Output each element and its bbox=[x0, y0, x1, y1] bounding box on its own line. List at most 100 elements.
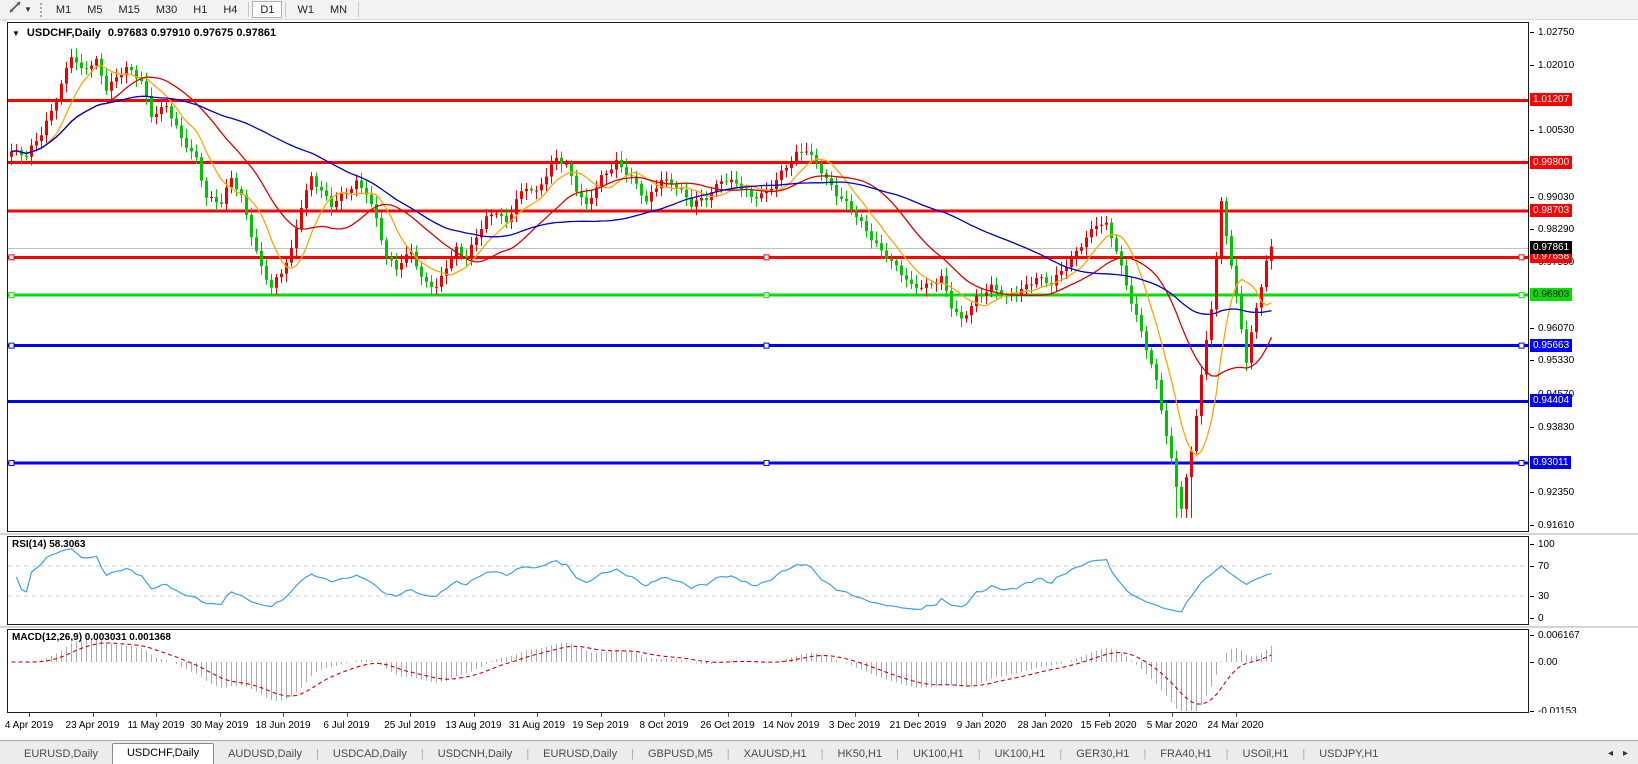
candle-body bbox=[580, 192, 583, 198]
rsi-axis-label: 70 bbox=[1530, 561, 1549, 572]
price-chart-plot[interactable] bbox=[7, 22, 1529, 532]
candle-body bbox=[450, 257, 453, 268]
price-axis-label: 0.98290 bbox=[1530, 224, 1574, 235]
hline-handle bbox=[9, 293, 14, 298]
date-tick bbox=[855, 713, 856, 717]
timeframe-button-h4[interactable]: H4 bbox=[215, 1, 245, 18]
date-tick bbox=[728, 713, 729, 717]
candle-body bbox=[1185, 477, 1188, 509]
chart-tab-eurusd-daily[interactable]: EURUSD,Daily bbox=[529, 745, 631, 764]
date-axis-label: 5 Mar 2020 bbox=[1147, 720, 1198, 731]
chart-tab-ger30-h1[interactable]: GER30,H1 bbox=[1062, 745, 1143, 764]
date-axis-label: 11 May 2019 bbox=[127, 720, 184, 731]
date-axis-label: 26 Oct 2019 bbox=[700, 720, 754, 731]
candle-body bbox=[55, 102, 58, 111]
timeframe-button-d1[interactable]: D1 bbox=[252, 1, 282, 18]
tab-nav: ◂▸ bbox=[1608, 748, 1638, 764]
candle-body bbox=[610, 169, 613, 173]
date-tick bbox=[410, 713, 411, 717]
candle-body bbox=[700, 198, 703, 200]
symbol-dropdown-icon[interactable]: ▼ bbox=[12, 29, 20, 38]
tab-scroll-right-icon[interactable]: ▸ bbox=[1623, 748, 1628, 759]
chart-tab-eurusd-daily[interactable]: EURUSD,Daily bbox=[10, 745, 112, 764]
date-tick bbox=[537, 713, 538, 717]
chart-tab-xauusd-h1[interactable]: XAUUSD,H1 bbox=[730, 745, 821, 764]
price-axis-label: 0.95330 bbox=[1530, 355, 1574, 366]
date-axis[interactable]: 4 Apr 201923 Apr 201911 May 201930 May 2… bbox=[0, 713, 1638, 740]
candle-body bbox=[835, 185, 838, 196]
candle-body bbox=[515, 199, 518, 214]
candle-body bbox=[470, 245, 473, 259]
macd-axis[interactable]: 0.0061670.00-0.01153 bbox=[1530, 628, 1638, 713]
candle-body bbox=[190, 148, 193, 152]
candle-body bbox=[1205, 340, 1208, 375]
hline-handle bbox=[1519, 255, 1524, 260]
macd-panel: MACD(12,26,9) 0.003031 0.001368 0.006167… bbox=[0, 628, 1638, 713]
candle-body bbox=[900, 265, 903, 275]
chart-tab-uk100-h1[interactable]: UK100,H1 bbox=[899, 745, 978, 764]
date-tick bbox=[93, 713, 94, 717]
date-tick bbox=[664, 713, 665, 717]
candle-body bbox=[1060, 271, 1063, 275]
candle-body bbox=[685, 190, 688, 198]
candle-body bbox=[475, 238, 478, 245]
price-level-badge: 0.98703 bbox=[1530, 204, 1572, 217]
candle-body bbox=[285, 263, 288, 274]
chart-tools-button[interactable]: ▼ bbox=[4, 1, 36, 19]
candle-body bbox=[405, 254, 408, 263]
candle-body bbox=[1260, 287, 1263, 308]
chart-tab-gbpusd-m5[interactable]: GBPUSD,M5 bbox=[634, 745, 727, 764]
date-tick bbox=[982, 713, 983, 717]
chart-tab-usdcad-daily[interactable]: USDCAD,Daily bbox=[319, 745, 421, 764]
chart-tab-audusd-daily[interactable]: AUDUSD,Daily bbox=[214, 745, 316, 764]
candle-body bbox=[1220, 201, 1223, 258]
timeframe-button-m30[interactable]: M30 bbox=[148, 1, 185, 18]
candle-body bbox=[565, 164, 568, 165]
date-axis-label: 9 Jan 2020 bbox=[957, 720, 1007, 731]
chart-tab-fra40-h1[interactable]: FRA40,H1 bbox=[1146, 745, 1225, 764]
candle-body bbox=[925, 284, 928, 288]
chart-tab-hk50-h1[interactable]: HK50,H1 bbox=[823, 745, 896, 764]
candle-body bbox=[255, 237, 258, 251]
date-axis-label: 31 Aug 2019 bbox=[509, 720, 565, 731]
chart-tab-usoil-h1[interactable]: USOil,H1 bbox=[1229, 745, 1303, 764]
candle-body bbox=[310, 176, 313, 190]
candle-body bbox=[35, 141, 38, 145]
price-axis[interactable]: 1.027501.020101.005300.990300.982900.975… bbox=[1530, 21, 1638, 533]
candle-body bbox=[965, 315, 968, 318]
candle-body bbox=[210, 197, 213, 198]
timeframe-button-h1[interactable]: H1 bbox=[185, 1, 215, 18]
candle-body bbox=[175, 119, 178, 126]
candle-body bbox=[1025, 284, 1028, 289]
macd-plot[interactable] bbox=[7, 629, 1529, 713]
tab-scroll-left-icon[interactable]: ◂ bbox=[1608, 748, 1613, 759]
candle-body bbox=[905, 275, 908, 279]
candle-body bbox=[590, 198, 593, 204]
chart-tab-usdcnh-daily[interactable]: USDCNH,Daily bbox=[424, 745, 527, 764]
candle-body bbox=[530, 189, 533, 191]
date-tick bbox=[1109, 713, 1110, 717]
candle-body bbox=[110, 82, 113, 91]
candle-body bbox=[305, 190, 308, 208]
candle-body bbox=[120, 75, 123, 77]
chart-tab-usdchf-daily[interactable]: USDCHF,Daily bbox=[112, 743, 214, 764]
rsi-axis[interactable]: 10070300 bbox=[1530, 535, 1638, 626]
candle-body bbox=[830, 178, 833, 185]
timeframe-button-m5[interactable]: M5 bbox=[79, 1, 110, 18]
chart-tab-uk100-h1[interactable]: UK100,H1 bbox=[981, 745, 1060, 764]
toolbar-grip-handle[interactable] bbox=[40, 3, 42, 17]
candle-body bbox=[575, 176, 578, 192]
candle-body bbox=[205, 181, 208, 198]
candle-body bbox=[1145, 331, 1148, 350]
rsi-plot[interactable] bbox=[7, 536, 1529, 625]
date-tick bbox=[283, 713, 284, 717]
timeframe-button-m1[interactable]: M1 bbox=[48, 1, 79, 18]
candle-body bbox=[380, 218, 383, 240]
candle-body bbox=[100, 59, 103, 76]
timeframe-button-mn[interactable]: MN bbox=[322, 1, 355, 18]
candle-body bbox=[1070, 257, 1073, 267]
timeframe-button-m15[interactable]: M15 bbox=[110, 1, 147, 18]
chart-tab-usdjpy-h1[interactable]: USDJPY,H1 bbox=[1305, 745, 1392, 764]
candle-body bbox=[315, 176, 318, 186]
timeframe-button-w1[interactable]: W1 bbox=[289, 1, 322, 18]
